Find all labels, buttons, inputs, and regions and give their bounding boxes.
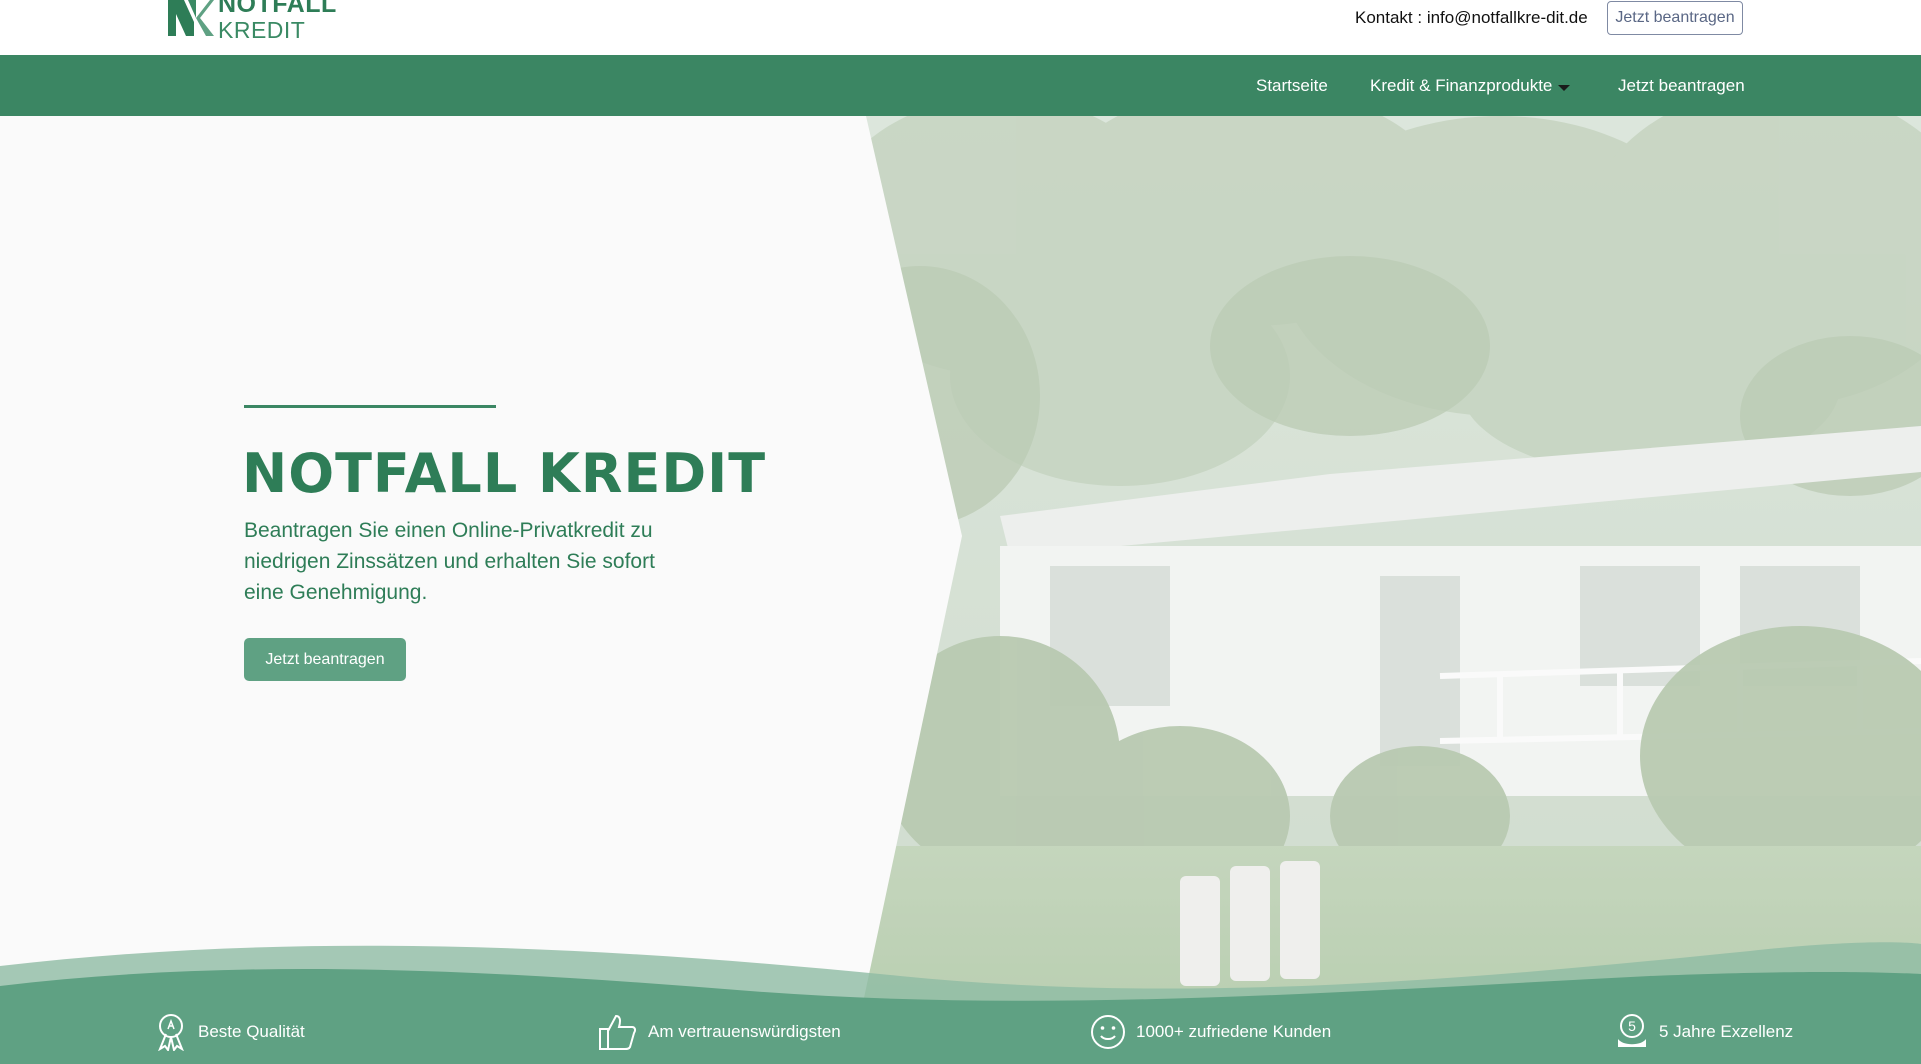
- nav-item-startseite[interactable]: Startseite: [1256, 55, 1328, 116]
- five-years-icon: 5: [1618, 1014, 1646, 1047]
- five-years-badge: 5: [1628, 1018, 1636, 1034]
- nav-item-jetzt-beantragen[interactable]: Jetzt beantragen: [1618, 55, 1745, 116]
- main-navbar: Startseite Kredit & Finanzprodukte Jetzt…: [0, 55, 1921, 116]
- top-bar: NOTFALL KREDIT Kontakt : info@notfallkre…: [0, 0, 1921, 55]
- logo-line-2: KREDIT: [218, 17, 306, 43]
- logo-text: NOTFALL KREDIT: [218, 0, 337, 42]
- thumbs-up-icon: [599, 1014, 637, 1050]
- hero-accent-line: [244, 405, 496, 408]
- hero-title: NOTFALL KREDIT: [242, 442, 767, 505]
- hero-section: NOTFALL KREDIT Beantragen Sie einen Onli…: [0, 116, 1921, 1064]
- nav-item-label: Jetzt beantragen: [1618, 75, 1745, 95]
- caret-down-icon: [1558, 84, 1571, 91]
- hero-apply-button[interactable]: Jetzt beantragen: [244, 638, 406, 681]
- logo-line-1: NOTFALL: [218, 0, 337, 18]
- feature-label: Am vertrauenswürdigsten: [648, 1022, 841, 1041]
- feature-beste-qualitaet: Beste Qualität: [154, 1012, 305, 1052]
- logo[interactable]: NOTFALL KREDIT: [166, 0, 337, 45]
- nav-item-label: Startseite: [1256, 75, 1328, 95]
- smiley-icon: [1091, 1015, 1125, 1049]
- award-icon: [158, 1014, 184, 1051]
- feature-label: 1000+ zufriedene Kunden: [1136, 1022, 1332, 1041]
- logo-mark-icon: [168, 0, 214, 36]
- header-apply-button[interactable]: Jetzt beantragen: [1607, 1, 1743, 35]
- nav-item-kredit-finanzprodukte[interactable]: Kredit & Finanzprodukte: [1370, 55, 1571, 116]
- contact-email[interactable]: Kontakt : info@notfallkre-dit.de: [1355, 8, 1588, 28]
- feature-label: 5 Jahre Exzellenz: [1659, 1022, 1794, 1041]
- hero-subtitle: Beantragen Sie einen Online-Privatkredit…: [244, 519, 655, 604]
- feature-jahre-exzellenz: 5 5 Jahre Exzellenz: [1615, 1012, 1793, 1052]
- feature-vertrauenswuerdig: Am vertrauenswürdigsten: [598, 1012, 841, 1052]
- feature-zufriedene-kunden: 1000+ zufriedene Kunden: [1090, 1012, 1331, 1052]
- feature-label: Beste Qualität: [198, 1022, 305, 1041]
- nav-item-label: Kredit & Finanzprodukte: [1370, 75, 1553, 95]
